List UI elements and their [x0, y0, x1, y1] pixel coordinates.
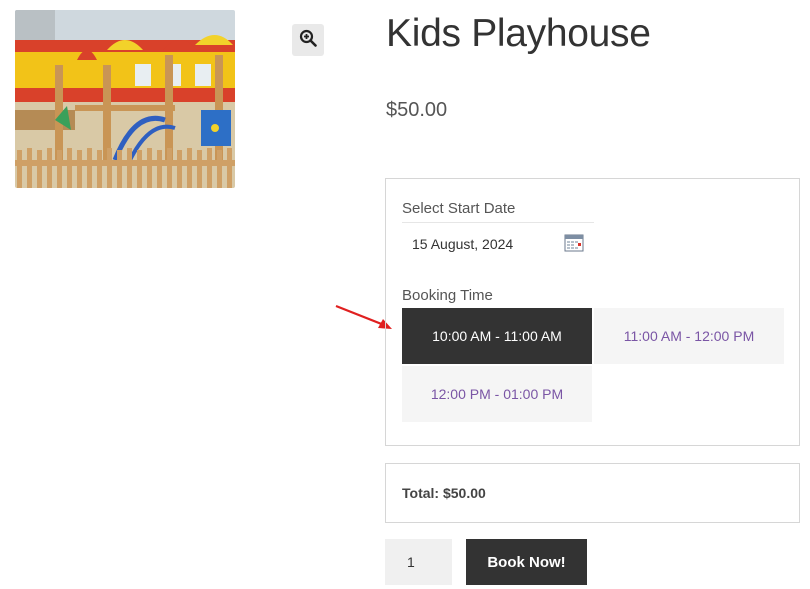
time-slot-12pm[interactable]: 12:00 PM - 01:00 PM: [402, 366, 592, 422]
start-date-value: 15 August, 2024: [412, 236, 514, 252]
total-summary: Total: $50.00: [385, 463, 800, 523]
book-now-button[interactable]: Book Now!: [466, 539, 587, 585]
playground-photo: [15, 10, 235, 188]
zoom-button[interactable]: [292, 24, 324, 56]
time-slot-11am[interactable]: 11:00 AM - 12:00 PM: [594, 308, 784, 364]
product-image[interactable]: [15, 10, 235, 188]
calendar-icon[interactable]: [564, 233, 584, 255]
booking-form: Select Start Date 15 August, 2024 Bookin…: [385, 178, 800, 446]
start-date-input[interactable]: 15 August, 2024: [402, 222, 594, 265]
quantity-input[interactable]: 1: [385, 539, 452, 585]
product-title: Kids Playhouse: [386, 12, 651, 55]
total-label: Total: $50.00: [402, 485, 486, 501]
product-price: $50.00: [386, 99, 448, 121]
booking-time-label: Booking Time: [402, 287, 493, 304]
time-slot-10am[interactable]: 10:00 AM - 11:00 AM: [402, 308, 592, 364]
start-date-label: Select Start Date: [402, 200, 516, 217]
magnifier-plus-icon: [299, 29, 317, 52]
